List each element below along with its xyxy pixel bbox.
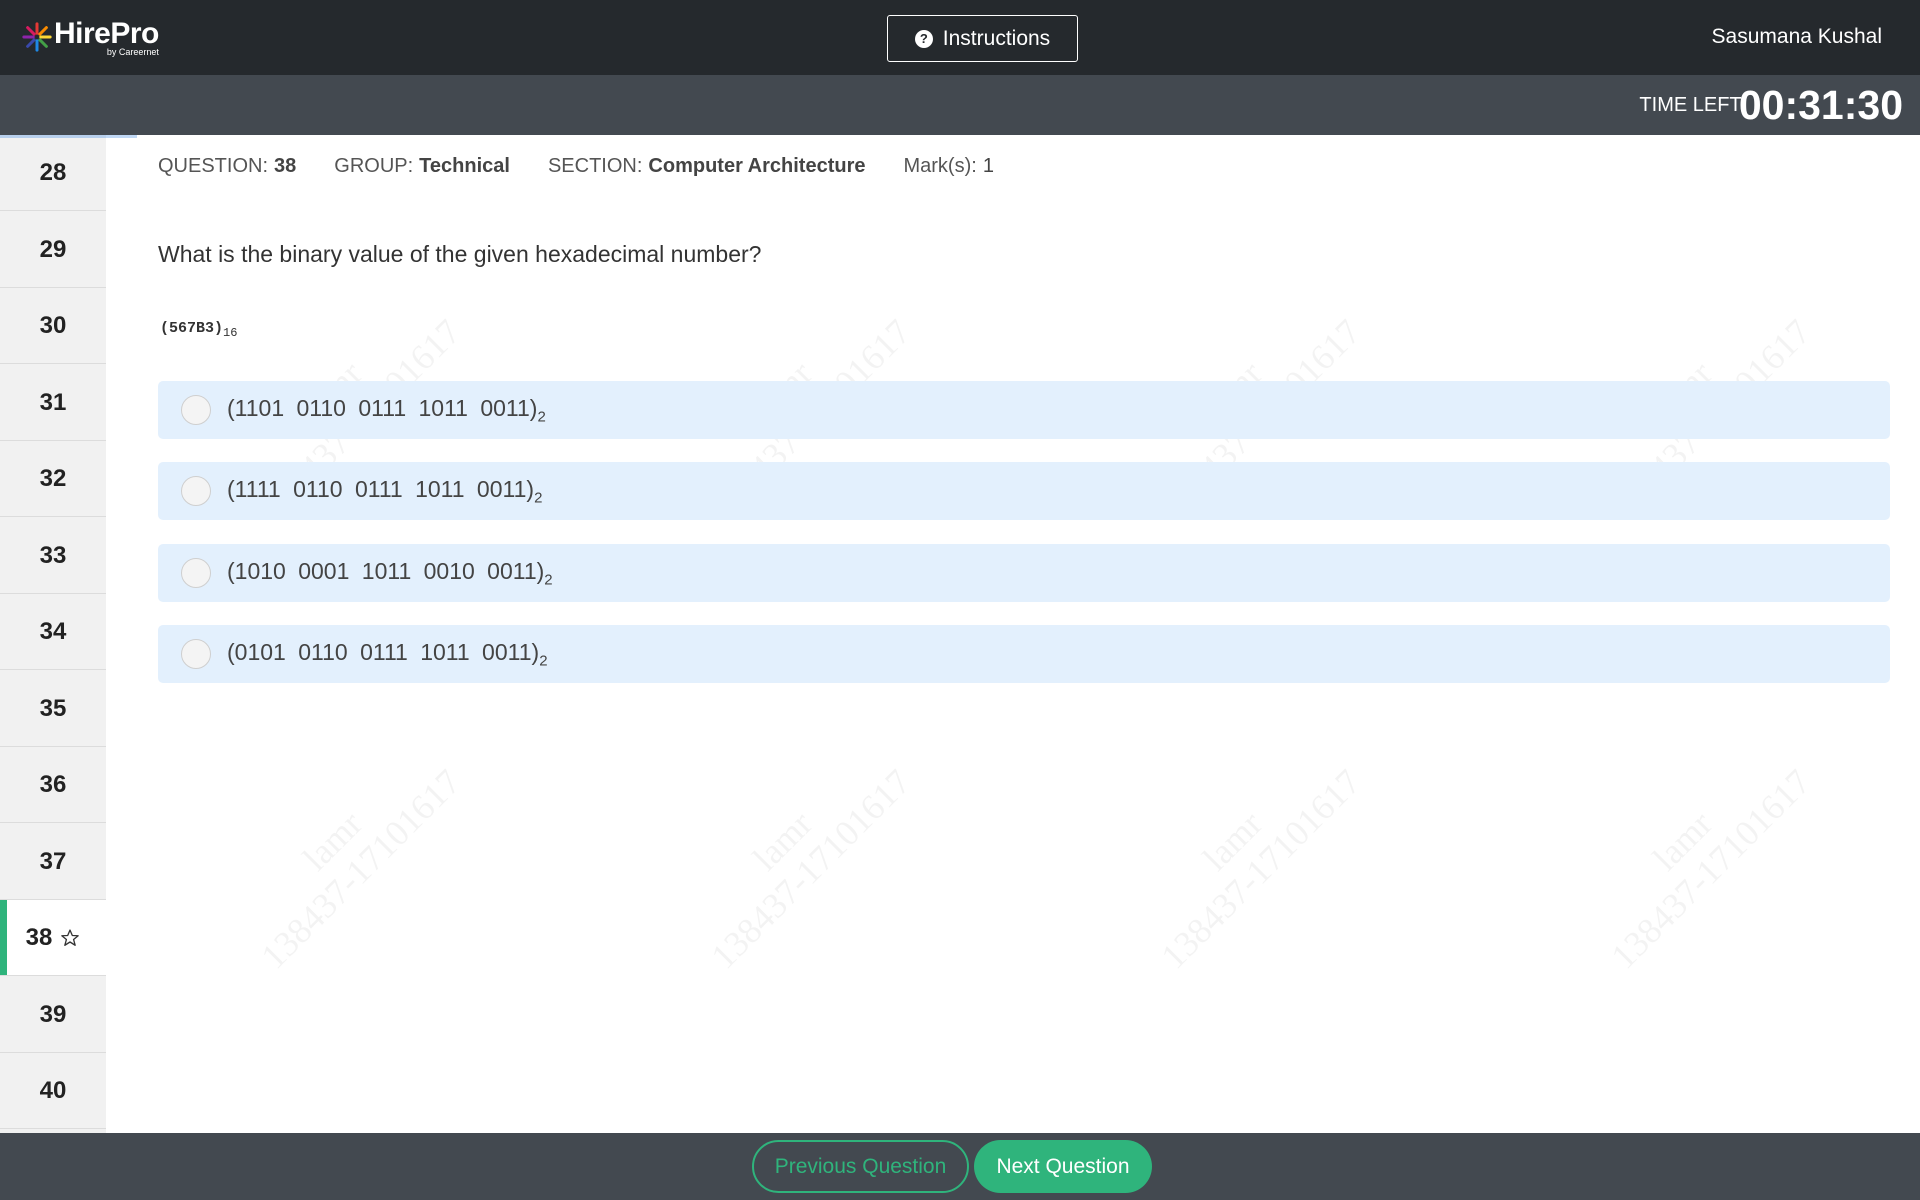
- answer-option[interactable]: (0101 0110 0111 1011 0011)2: [158, 625, 1890, 683]
- timer-bar: TIME LEFT: 00:31:30: [0, 75, 1920, 135]
- question-number: 38: [25, 923, 53, 951]
- group-meta: GROUP: Technical: [334, 155, 510, 177]
- question-nav-item-active[interactable]: 38: [0, 900, 106, 976]
- logo-subtitle: by Careernet: [106, 47, 159, 57]
- logo-name: HirePro: [54, 17, 159, 50]
- watermark: lamr138437-17101617: [1575, 733, 1818, 977]
- question-number: 31: [39, 388, 67, 416]
- star-outline-icon[interactable]: [60, 928, 80, 948]
- question-number: 33: [39, 541, 67, 569]
- instructions-label: Instructions: [942, 26, 1051, 50]
- radio-button[interactable]: [181, 476, 211, 506]
- question-meta: QUESTION: 38 GROUP: Technical SECTION: Comp…: [158, 155, 1032, 178]
- hirepro-logo: HirePro by Careernet: [22, 18, 159, 57]
- footer-bar: Previous Question Next Question: [0, 1133, 1920, 1200]
- question-nav-item[interactable]: 35: [0, 671, 106, 747]
- previous-question-button[interactable]: Previous Question: [752, 1140, 969, 1193]
- question-nav-item[interactable]: 34: [0, 594, 106, 670]
- question-circle-icon: ?: [914, 29, 933, 48]
- question-number: 28: [39, 158, 67, 186]
- question-navigator: 28 29 30 31 32 33 34 35 36 37 38 39 40: [0, 135, 106, 1133]
- watermark: lamr138437-17101617: [675, 733, 918, 977]
- question-number: 40: [39, 1076, 67, 1104]
- radio-button[interactable]: [181, 395, 211, 425]
- instructions-button[interactable]: ? Instructions: [887, 15, 1078, 62]
- radio-button[interactable]: [181, 558, 211, 588]
- watermark: lamr138437-17101617: [1125, 733, 1368, 977]
- answer-option[interactable]: (1111 0110 0111 1011 0011)2: [158, 462, 1890, 520]
- question-number: 34: [39, 617, 67, 645]
- question-nav-item[interactable]: 33: [0, 518, 106, 594]
- watermark: lamr138437-17101617: [225, 733, 468, 977]
- time-left-label: TIME LEFT:: [1639, 94, 1745, 116]
- option-text: (1010 0001 1011 0010 0011)2: [227, 557, 553, 589]
- question-nav-item[interactable]: 36: [0, 747, 106, 823]
- question-number: 30: [39, 311, 67, 339]
- question-number: 35: [39, 694, 67, 722]
- answer-option[interactable]: (1101 0110 0111 1011 0011)2: [158, 381, 1890, 439]
- question-nav-item[interactable]: 37: [0, 824, 106, 900]
- marks-meta: Mark(s): 1: [903, 155, 994, 177]
- question-nav-item[interactable]: 32: [0, 441, 106, 517]
- logo-burst-icon: [22, 22, 52, 52]
- option-text: (1101 0110 0111 1011 0011)2: [227, 394, 546, 426]
- hex-number: (567B3)16: [160, 320, 238, 340]
- question-number: 32: [39, 464, 67, 492]
- option-text: (0101 0110 0111 1011 0011)2: [227, 638, 548, 670]
- question-text: What is the binary value of the given he…: [158, 241, 762, 267]
- question-number: 39: [39, 1000, 67, 1028]
- question-nav-item[interactable]: 40: [0, 1053, 106, 1129]
- top-header: HirePro by Careernet ? Instructions Sasu…: [0, 0, 1920, 75]
- radio-button[interactable]: [181, 639, 211, 669]
- next-question-button[interactable]: Next Question: [974, 1140, 1152, 1193]
- question-number-meta: QUESTION: 38: [158, 155, 297, 177]
- question-nav-item[interactable]: 28: [0, 135, 106, 211]
- question-number: 37: [39, 847, 67, 875]
- section-meta: SECTION: Computer Architecture: [547, 155, 866, 177]
- sidebar-top-accent: [0, 135, 137, 138]
- user-name: Sasumana Kushal: [1711, 25, 1882, 48]
- question-number: 36: [39, 770, 67, 798]
- question-number: 29: [39, 235, 67, 263]
- answer-option[interactable]: (1010 0001 1011 0010 0011)2: [158, 544, 1890, 602]
- question-nav-item[interactable]: 29: [0, 212, 106, 288]
- question-nav-item[interactable]: 39: [0, 977, 106, 1053]
- time-left-value: 00:31:30: [1738, 82, 1903, 128]
- option-text: (1111 0110 0111 1011 0011)2: [227, 475, 543, 507]
- question-nav-item[interactable]: 30: [0, 288, 106, 364]
- question-nav-item[interactable]: 31: [0, 365, 106, 441]
